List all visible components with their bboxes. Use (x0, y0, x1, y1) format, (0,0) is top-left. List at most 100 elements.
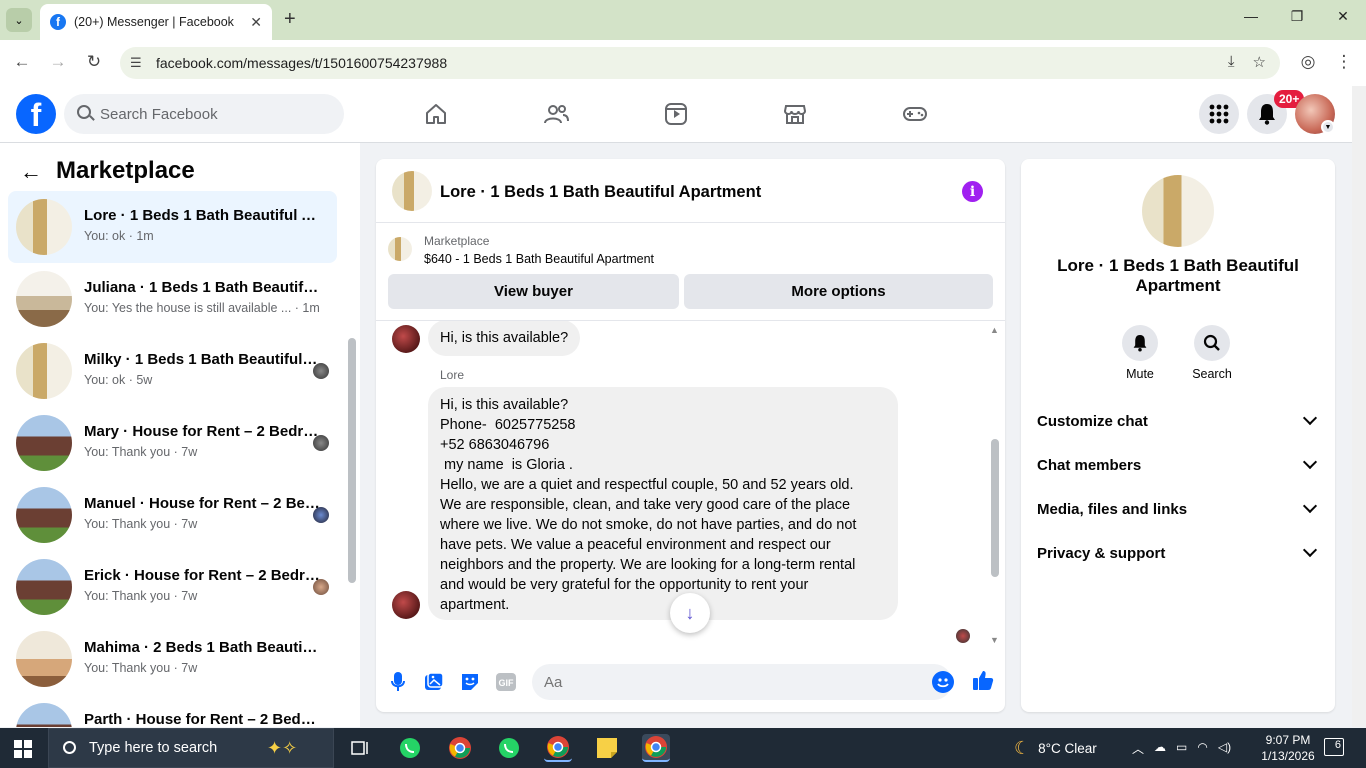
mute-label: Mute (1126, 367, 1154, 381)
close-window-button[interactable]: ✕ (1328, 8, 1358, 25)
volume-icon[interactable]: ◁) (1218, 740, 1231, 757)
conversation-item[interactable]: Mary · House for Rent – 2 Bedrooms You: … (8, 407, 337, 479)
back-button[interactable]: ← (10, 52, 34, 72)
listing-avatar (1142, 175, 1214, 247)
minimize-button[interactable]: — (1236, 8, 1266, 24)
system-tray: ︿ ☁ ▭ ◠ ◁) (1132, 740, 1231, 757)
video-icon[interactable] (663, 102, 689, 126)
photo-icon[interactable] (423, 671, 445, 693)
conversation-item[interactable]: Juliana · 1 Beds 1 Bath Beautiful Apartm… (8, 263, 337, 335)
restore-button[interactable]: ❐ (1282, 8, 1312, 25)
facebook-search-input[interactable]: Search Facebook (64, 94, 344, 134)
wifi-icon[interactable]: ◠ (1197, 740, 1207, 757)
chat-members-section[interactable]: Chat members (1029, 443, 1327, 487)
bookmark-star-icon[interactable]: ☆ (1253, 53, 1266, 71)
message-scrollbar[interactable] (991, 439, 999, 577)
scroll-up-arrow-icon[interactable]: ▲ (990, 325, 999, 335)
chat-title[interactable]: Lore · 1 Beds 1 Bath Beautiful Apartment (440, 183, 761, 202)
new-tab-button[interactable]: + (284, 8, 296, 31)
marketplace-icon[interactable] (782, 102, 808, 126)
bell-icon (1259, 104, 1275, 125)
chat-panel: Lore · 1 Beds 1 Bath Beautiful Apartment… (376, 159, 1005, 712)
forward-button[interactable]: → (46, 52, 70, 72)
chevron-up-icon[interactable]: ︿ (1132, 740, 1144, 757)
sidebar-scrollbar[interactable] (348, 338, 356, 583)
conversation-item[interactable]: Milky · 1 Beds 1 Bath Beautiful Apartmen… (8, 335, 337, 407)
conversation-item[interactable]: Erick · House for Rent – 2 Bedrooms You:… (8, 551, 337, 623)
scroll-to-bottom-button[interactable]: ↓ (670, 593, 710, 633)
customize-chat-section[interactable]: Customize chat (1029, 399, 1327, 443)
menu-grid-button[interactable] (1199, 94, 1239, 134)
chevron-down-icon[interactable]: ▼ (1321, 120, 1335, 134)
friends-icon[interactable] (543, 102, 569, 126)
conversation-item[interactable]: Parth · House for Rent – 2 Bedrooms (8, 695, 337, 727)
cloud-icon[interactable]: ☁ (1154, 740, 1166, 757)
back-arrow-icon[interactable]: ← (20, 159, 42, 185)
media-files-links-section[interactable]: Media, files and links (1029, 487, 1327, 531)
like-thumbs-up-icon[interactable] (972, 669, 994, 697)
chevron-down-icon (1302, 498, 1318, 514)
more-options-button[interactable]: More options (684, 274, 993, 309)
home-icon[interactable] (423, 102, 449, 126)
gif-icon[interactable]: GIF (495, 671, 517, 693)
close-tab-icon[interactable]: ✕ (250, 14, 262, 31)
conversation-snippet: You: ok · 5w (84, 373, 153, 387)
listing-title[interactable]: $640 - 1 Beds 1 Bath Beautiful Apartment (424, 252, 654, 266)
chevron-down-icon (1302, 410, 1318, 426)
seen-avatar (956, 629, 970, 643)
facebook-logo-icon[interactable]: f (16, 94, 56, 134)
listing-thumbnail (16, 415, 72, 471)
install-app-icon[interactable]: ⤓ (1228, 53, 1235, 71)
browser-tab-messenger[interactable]: f (20+) Messenger | Facebook ✕ (40, 4, 272, 40)
conversation-item[interactable]: Lore · 1 Beds 1 Bath Beautiful Apartment… (8, 191, 337, 263)
mute-button[interactable]: Mute (1110, 325, 1170, 381)
battery-icon[interactable]: ▭ (1176, 740, 1187, 757)
taskbar-clock[interactable]: 9:07 PM 1/13/2026 (1258, 732, 1318, 764)
privacy-support-section[interactable]: Privacy & support (1029, 531, 1327, 575)
windows-start-icon[interactable] (14, 740, 32, 758)
marketplace-label: Marketplace (424, 234, 490, 248)
chat-avatar[interactable] (392, 171, 432, 211)
listing-thumbnail (16, 487, 72, 543)
search-in-conversation-button[interactable]: Search (1182, 325, 1242, 381)
taskbar-search-box[interactable]: Type here to search ✦✧ (48, 728, 334, 768)
site-info-icon[interactable]: ☰ (130, 55, 142, 71)
task-view-icon[interactable] (346, 734, 374, 762)
whatsapp-icon[interactable] (396, 734, 424, 762)
message-line: where we live. We do not smoke, do not h… (440, 517, 857, 533)
gaming-icon[interactable] (902, 102, 928, 126)
info-icon[interactable]: i (962, 181, 983, 202)
conversation-snippet: You: Thank you · 7w (84, 445, 198, 459)
browser-menu-button[interactable]: ⋮ (1332, 52, 1356, 72)
message-bubble: Hi, is this available? Phone- 6025775258… (428, 387, 898, 620)
tab-search-menu-button[interactable]: ⌄ (6, 8, 32, 32)
message-line: Phone- 6025775258 (440, 417, 576, 433)
reload-button[interactable]: ↻ (82, 52, 106, 72)
sparkle-icon: ✦✧ (267, 738, 298, 758)
time-text: 9:07 PM (1265, 733, 1311, 747)
message-input[interactable] (532, 664, 952, 700)
conversation-name: Lore · 1 Beds 1 Bath Beautiful Apartment (84, 207, 320, 224)
weather-widget[interactable]: ☾ 8°C Clear (1014, 738, 1097, 759)
view-buyer-button[interactable]: View buyer (388, 274, 679, 309)
taskbar-search-placeholder: Type here to search (89, 740, 218, 756)
sticky-notes-icon[interactable] (593, 734, 621, 762)
message-line: and would be very grateful for the oppor… (440, 577, 809, 593)
microphone-icon[interactable] (387, 671, 409, 693)
sticker-icon[interactable] (459, 671, 481, 693)
emoji-icon[interactable] (932, 671, 954, 693)
conversation-name: Juliana · 1 Beds 1 Bath Beautiful Apartm… (84, 279, 320, 296)
listing-thumbnail (388, 237, 412, 261)
whatsapp-icon[interactable] (495, 734, 523, 762)
chrome-profile-icon[interactable] (544, 734, 572, 762)
profile-circle-icon[interactable]: ◎ (1296, 52, 1320, 72)
scroll-down-arrow-icon[interactable]: ▼ (990, 635, 999, 645)
page-scrollbar[interactable] (1352, 86, 1366, 727)
address-bar[interactable]: ☰ facebook.com/messages/t/15016007542379… (120, 47, 1280, 79)
conversation-item[interactable]: Manuel · House for Rent – 2 Bedrooms You… (8, 479, 337, 551)
conversation-item[interactable]: Mahima · 2 Beds 1 Bath Beautiful Apartme… (8, 623, 337, 695)
notification-center-icon[interactable]: 6 (1324, 738, 1344, 756)
chrome-active-icon[interactable] (642, 734, 670, 762)
chrome-icon[interactable] (446, 734, 474, 762)
svg-text:GIF: GIF (499, 678, 515, 688)
